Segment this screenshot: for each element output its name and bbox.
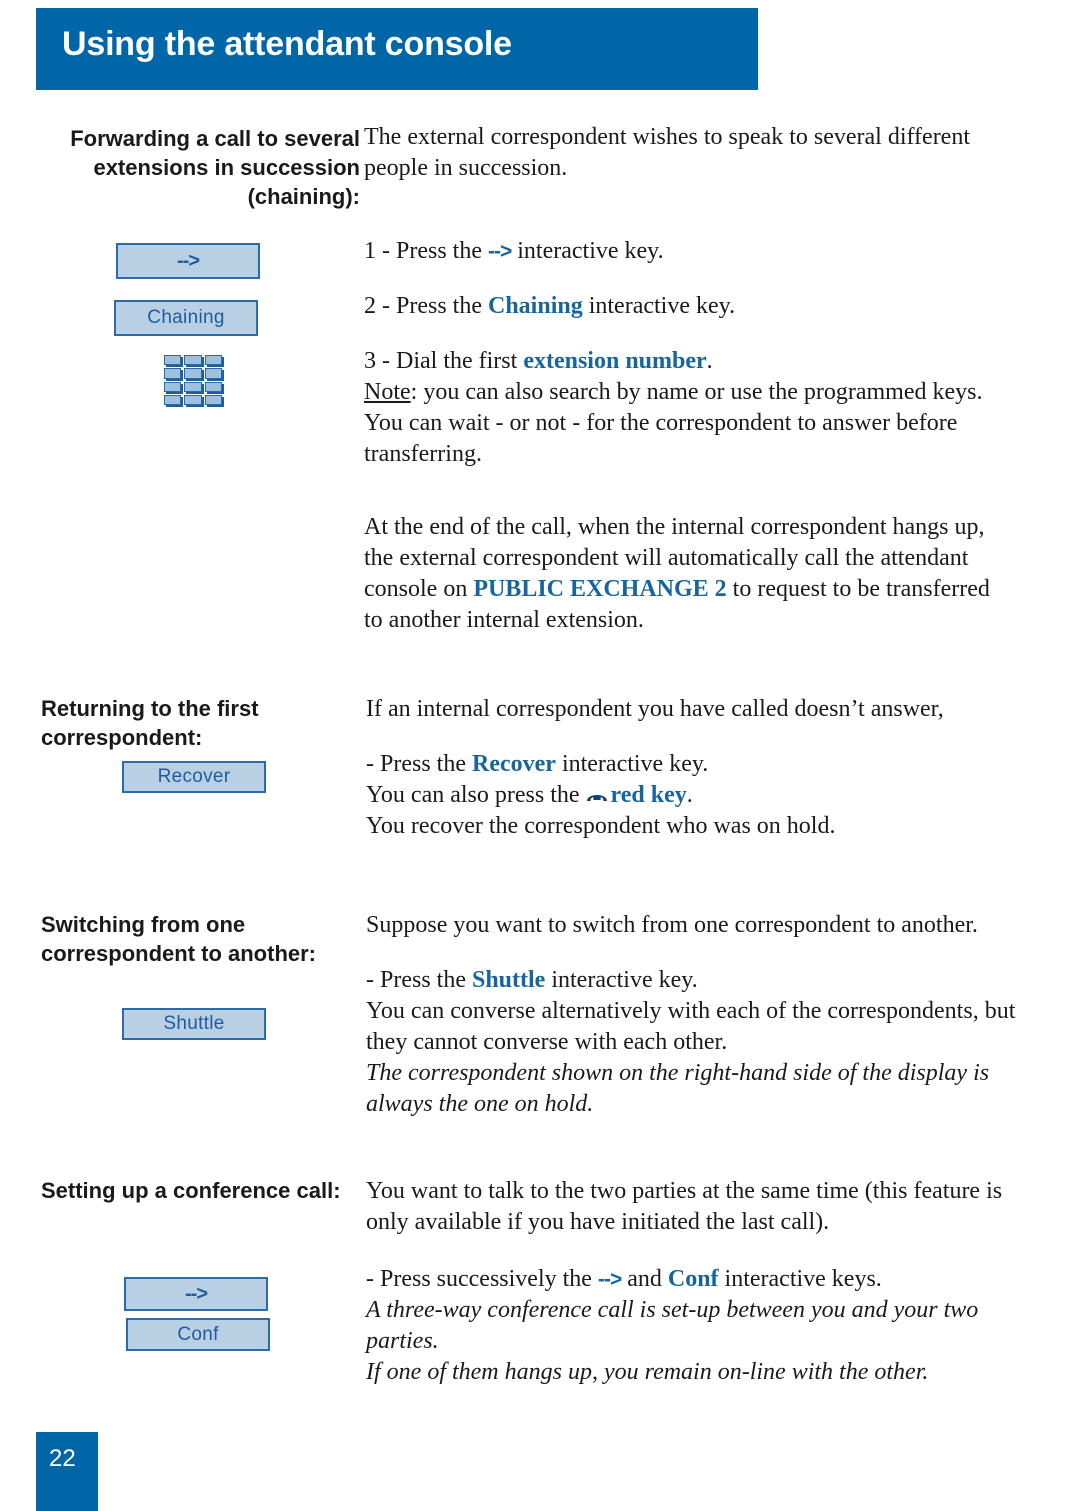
press-paragraph: - Press successively the --> and Conf in…: [366, 1264, 1022, 1295]
wait-paragraph: You can wait - or not - for the correspo…: [364, 410, 958, 467]
softkey-shuttle[interactable]: Shuttle: [122, 1008, 266, 1040]
detail-paragraph: You can converse alternatively with each…: [366, 998, 1016, 1055]
section-body-switching: Suppose you want to switch from one corr…: [366, 910, 1018, 1120]
press-mid: and: [621, 1266, 668, 1292]
section-body-returning: If an internal correspondent you have ca…: [366, 694, 1016, 842]
step-post: interactive key.: [511, 238, 664, 264]
also-keyword: red key: [610, 782, 687, 808]
softkey-label: -->: [177, 249, 200, 272]
press-pre: - Press the: [366, 967, 472, 993]
keypad-key: [164, 355, 182, 366]
italic-note-2: If one of them hangs up, you remain on-l…: [366, 1359, 929, 1385]
softkey-label: Chaining: [147, 307, 225, 328]
step-1: 1 - Press the --> interactive key.: [364, 236, 1014, 267]
end-of-call-paragraph: At the end of the call, when the interna…: [364, 512, 1014, 636]
softkey-arrow-chaining[interactable]: -->: [116, 243, 260, 279]
softkey-label: -->: [185, 1282, 208, 1305]
press-post: interactive key.: [545, 967, 698, 993]
keypad-key: [164, 394, 182, 405]
intro-paragraph: You want to talk to the two parties at t…: [366, 1178, 1003, 1235]
end-call-keyword: PUBLIC EXCHANGE 2: [473, 576, 727, 602]
keypad-key: [184, 355, 202, 366]
also-press-paragraph: You can also press the red key.: [366, 780, 1016, 811]
press-post: interactive key.: [555, 751, 709, 777]
softkey-recover[interactable]: Recover: [122, 761, 266, 793]
intro-paragraph: Suppose you want to switch from one corr…: [366, 912, 978, 938]
keypad-key: [204, 368, 222, 379]
also-pre: You can also press the: [366, 782, 586, 808]
italic-note-1: A three-way conference call is set-up be…: [366, 1297, 979, 1354]
step-pre: Dial the first: [396, 348, 524, 374]
press-keyword: Shuttle: [471, 967, 546, 993]
step-keyword: extension number: [523, 348, 707, 374]
intro-paragraph: The external correspondent wishes to spe…: [364, 124, 970, 181]
note-text: : you can also search by name or use the…: [410, 379, 983, 405]
keypad-icon: [164, 355, 222, 405]
note-label: Note: [364, 379, 411, 405]
step-number: 3 -: [364, 348, 396, 374]
step-keyword: Chaining: [488, 293, 583, 319]
italic-note: The correspondent shown on the right-han…: [366, 1060, 990, 1117]
note-paragraph: Note: you can also search by name or use…: [364, 377, 1014, 408]
page-title: Using the attendant console: [62, 25, 512, 63]
keypad-key: [184, 381, 202, 392]
keypad-key: [204, 355, 222, 366]
keypad-key: [184, 368, 202, 379]
page-number-block: 22: [36, 1432, 98, 1511]
step-2: 2 - Press the Chaining interactive key.: [364, 291, 1014, 322]
press-paragraph: - Press the Shuttle interactive key.: [366, 965, 1018, 996]
step-number: 1 -: [364, 238, 396, 264]
keypad-key: [204, 381, 222, 392]
step-pre: Press the: [396, 293, 488, 319]
press-keyword-2: Conf: [667, 1266, 719, 1292]
softkey-conf[interactable]: Conf: [126, 1318, 270, 1351]
press-keyword: Recover: [471, 751, 556, 777]
softkey-chaining[interactable]: Chaining: [114, 300, 258, 336]
section-heading-conference: Setting up a conference call:: [41, 1178, 341, 1203]
step-pre: Press the: [396, 238, 488, 264]
keypad-key: [204, 394, 222, 405]
page-number: 22: [49, 1445, 76, 1472]
step-number: 2 -: [364, 293, 396, 319]
softkey-arrow-conference[interactable]: -->: [124, 1277, 268, 1311]
intro-paragraph: If an internal correspondent you have ca…: [366, 696, 944, 722]
page-header-banner: Using the attendant console: [36, 8, 758, 90]
press-keyword-1: -->: [597, 1268, 622, 1291]
section-heading-returning: Returning to the first correspondent:: [41, 696, 259, 750]
section-intro-chaining: The external correspondent wishes to spe…: [364, 122, 1004, 184]
also-post: .: [686, 782, 693, 808]
press-post: interactive keys.: [718, 1266, 882, 1292]
step-3: 3 - Dial the first extension number.: [364, 346, 1014, 377]
keypad-key: [184, 394, 202, 405]
press-paragraph: - Press the Recover interactive key.: [366, 749, 1016, 780]
section-heading-switching: Switching from one correspondent to anot…: [41, 912, 317, 966]
section-body-conference: You want to talk to the two parties at t…: [366, 1176, 1022, 1388]
keypad-key: [164, 368, 182, 379]
press-pre: - Press the: [366, 751, 472, 777]
softkey-label: Recover: [157, 766, 231, 787]
step-post: interactive key.: [582, 293, 736, 319]
step-keyword: -->: [488, 240, 512, 263]
softkey-label: Conf: [177, 1323, 219, 1345]
section-heading-chaining: Forwarding a call to several extensions …: [70, 126, 360, 209]
steps-chaining: 1 - Press the --> interactive key. 2 - P…: [364, 236, 1014, 636]
handset-icon: [586, 790, 608, 803]
softkey-label: Shuttle: [163, 1013, 225, 1034]
result-paragraph: You recover the correspondent who was on…: [366, 813, 836, 839]
keypad-key: [164, 381, 182, 392]
step-post: .: [706, 348, 713, 374]
press-pre: - Press successively the: [366, 1266, 598, 1292]
